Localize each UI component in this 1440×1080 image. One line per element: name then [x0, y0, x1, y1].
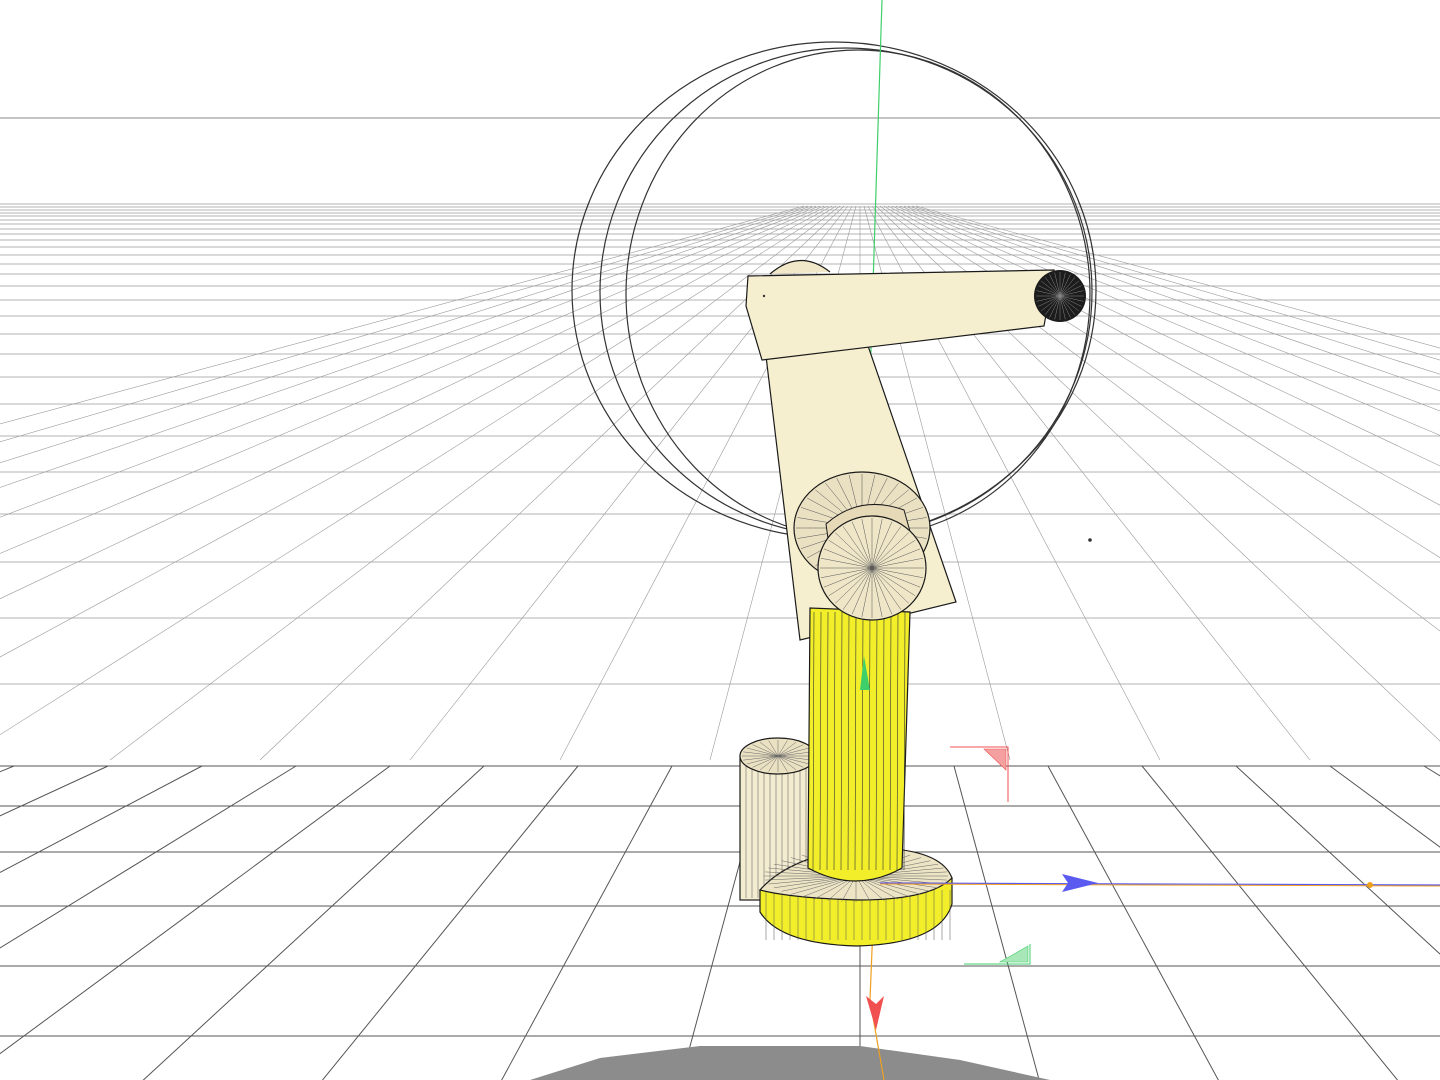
ground-shadow	[530, 1046, 1050, 1080]
ground-grid	[0, 765, 1440, 1080]
translate-gizmo[interactable]	[860, 656, 1440, 1030]
grid-line	[0, 205, 825, 554]
robot-column[interactable]	[807, 607, 911, 882]
3d-viewport[interactable]	[0, 0, 1440, 1080]
x-axis-arrow-handle[interactable]	[1062, 874, 1098, 892]
grid-line	[501, 765, 673, 1080]
grid-line	[0, 765, 203, 873]
grid-line	[0, 205, 805, 425]
grid-line	[0, 205, 833, 658]
arm-marker	[762, 294, 766, 298]
xz-plane-handle[interactable]	[950, 746, 1009, 802]
background-grid	[0, 117, 1440, 761]
grid-line	[0, 765, 109, 817]
xy-plane-handle[interactable]	[964, 944, 1031, 965]
grid-line	[321, 765, 579, 1080]
grid-line	[1141, 765, 1399, 1080]
grid-line	[109, 205, 841, 761]
grid-line	[0, 765, 297, 949]
robot-end-effector[interactable]	[1034, 270, 1086, 322]
z-axis-arrow-handle[interactable]	[866, 996, 884, 1030]
grid-line	[1235, 765, 1440, 955]
grid-line	[0, 205, 821, 518]
grid-line	[0, 205, 813, 464]
grid-line	[1423, 765, 1440, 777]
grid-line	[0, 205, 809, 443]
grid-line	[1047, 765, 1219, 1080]
pivot-marker	[1088, 538, 1092, 542]
robot-forearm[interactable]	[745, 259, 1055, 361]
grid-line	[0, 205, 829, 600]
grid-line	[1329, 765, 1440, 848]
grid-line	[142, 765, 485, 1080]
grid-line	[953, 765, 1040, 1080]
x-axis-point	[1367, 882, 1373, 888]
viewport-canvas[interactable]	[0, 0, 1440, 1080]
